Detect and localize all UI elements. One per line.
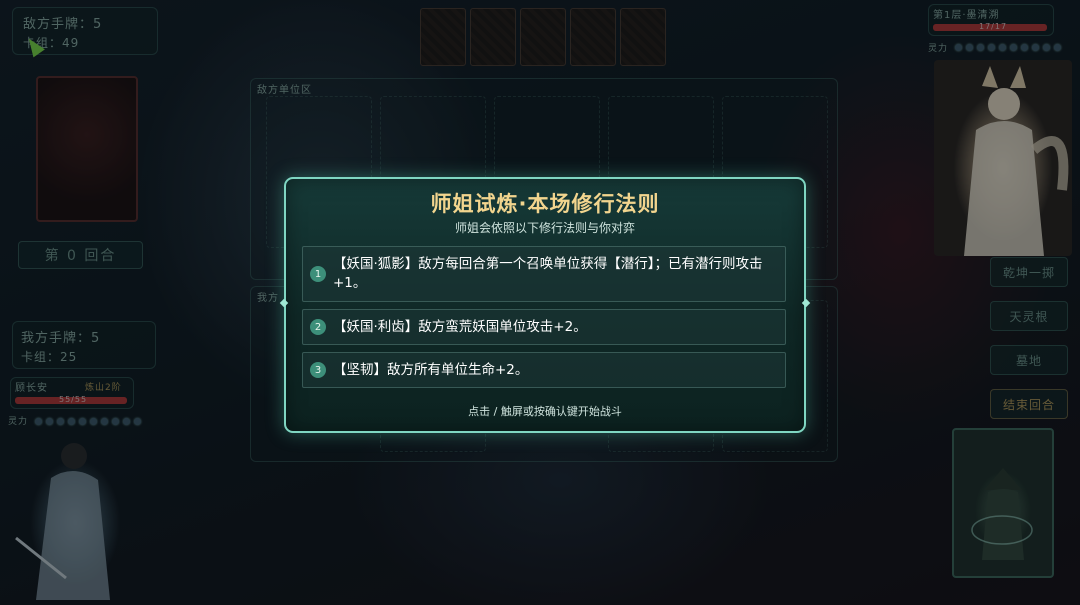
rule-item: 1 【妖国·狐影】敌方每回合第一个召唤单位获得【潜行】；已有潜行则攻击+1。 xyxy=(302,246,786,302)
rule-item: 3 【坚韧】敌方所有单位生命+2。 xyxy=(302,352,786,388)
rule-number-badge: 1 xyxy=(310,266,326,282)
rule-number-badge: 3 xyxy=(310,362,326,378)
rule-item: 2 【妖国·利齿】敌方蛮荒妖国单位攻击+2。 xyxy=(302,309,786,345)
rule-text: 【坚韧】敌方所有单位生命+2。 xyxy=(333,361,529,378)
rule-text: 【妖国·狐影】敌方每回合第一个召唤单位获得【潜行】；已有潜行则攻击+1。 xyxy=(333,256,763,291)
rule-text: 【妖国·利齿】敌方蛮荒妖国单位攻击+2。 xyxy=(333,318,587,335)
dialog-subtitle: 师姐会依照以下修行法则与你对弈 xyxy=(454,221,635,235)
rule-number-badge: 2 xyxy=(310,319,326,335)
start-battle-hint[interactable]: 点击 / 触屏或按确认键开始战斗 xyxy=(286,403,804,419)
trial-rules-dialog[interactable]: 师姐试炼·本场修行法则 师姐会依照以下修行法则与你对弈 1 【妖国·狐影】敌方每… xyxy=(279,177,811,433)
dialog-title: 师姐试炼·本场修行法则 xyxy=(430,192,660,216)
